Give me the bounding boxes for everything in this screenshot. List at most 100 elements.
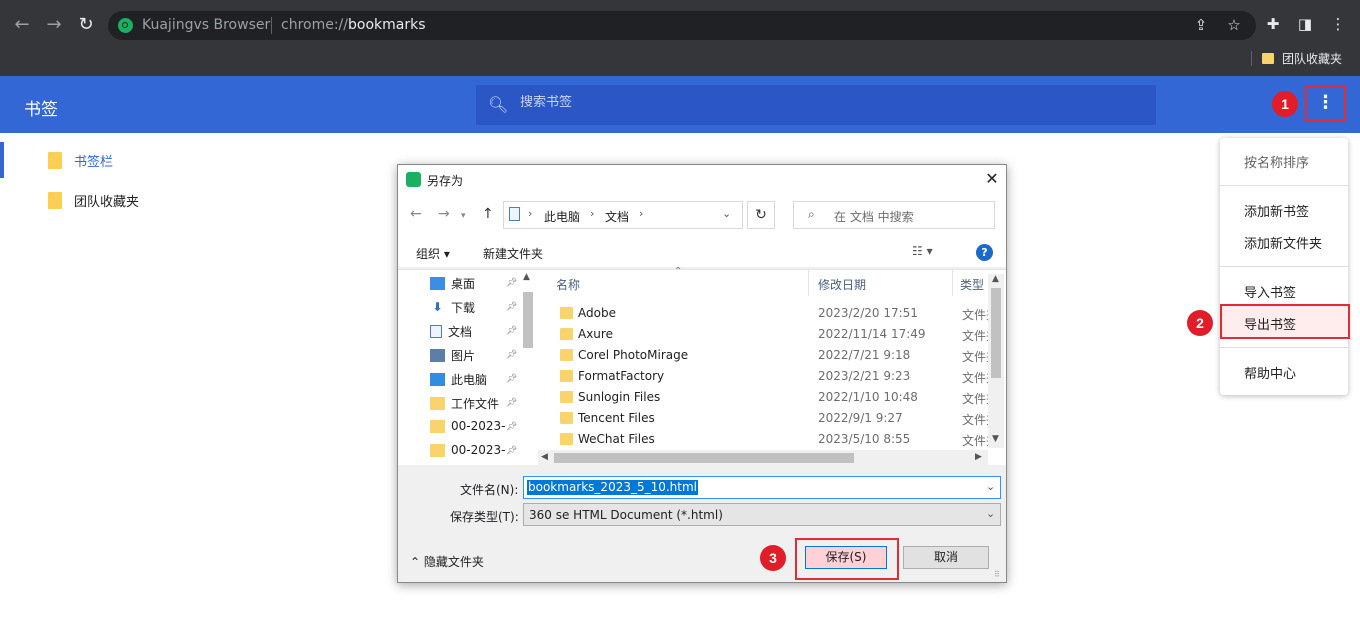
forward-icon[interactable]: → <box>438 206 450 222</box>
sidebar-item-label: 书签栏 <box>74 155 114 170</box>
back-icon[interactable]: ← <box>10 13 34 37</box>
nav-scrollbar[interactable]: ▲ <box>521 272 533 464</box>
filetype-select[interactable]: 360 se HTML Document (*.html) ⌄ <box>523 503 1001 526</box>
path-segment[interactable]: 文档 <box>605 208 629 225</box>
app-icon <box>406 172 421 187</box>
nav-item-desktop[interactable]: 桌面 <box>430 275 475 292</box>
sidebar-item-bookmark-bar[interactable]: 书签栏 <box>48 151 113 170</box>
pin-icon: 📌︎ <box>506 302 518 312</box>
chevron-up-icon: ⌃ <box>410 555 421 569</box>
help-icon[interactable]: ? <box>976 244 993 261</box>
back-icon[interactable]: ← <box>410 206 422 222</box>
view-options-icon[interactable]: ☷ ▾ <box>912 244 933 258</box>
new-folder-button[interactable]: 新建文件夹 <box>483 245 543 262</box>
scroll-thumb[interactable] <box>554 453 854 463</box>
menu-item-import[interactable]: 导入书签 <box>1244 282 1296 301</box>
table-row[interactable]: Corel PhotoMirage2022/7/21 9:18文件夹 <box>538 345 988 366</box>
chevron-right-icon: › <box>590 207 595 220</box>
site-name: Kuajingvs Browser <box>142 17 271 33</box>
nav-item-this-pc[interactable]: 此电脑 <box>430 371 487 388</box>
pin-icon: 📌︎ <box>506 374 518 384</box>
table-row[interactable]: FormatFactory2023/2/21 9:23文件夹 <box>538 366 988 387</box>
menu-item-add-folder[interactable]: 添加新文件夹 <box>1244 233 1322 252</box>
folder-icon <box>560 370 573 382</box>
sort-up-icon: ⌃ <box>674 266 683 277</box>
share-icon[interactable]: ⇪ <box>1190 14 1212 36</box>
nav-item-documents[interactable]: 文档 <box>430 323 472 340</box>
path-bar[interactable]: › 此电脑 › 文档 › ⌄ <box>503 201 743 229</box>
refresh-button[interactable]: ↻ <box>747 201 775 229</box>
column-type[interactable]: 类型 <box>960 276 984 293</box>
divider <box>1220 347 1348 348</box>
more-menu-button[interactable]: ⋮ <box>1305 86 1346 122</box>
folder-icon <box>560 328 573 340</box>
browser-menu-icon[interactable]: ⋮ <box>1327 13 1349 35</box>
extensions-icon[interactable]: ✚ <box>1262 13 1284 35</box>
column-name[interactable]: 名称 <box>556 276 580 293</box>
folder-search[interactable]: ⌕ 在 文档 中搜索 <box>793 201 995 229</box>
pin-icon: 📌︎ <box>506 422 518 432</box>
scroll-left-icon[interactable]: ◀ <box>541 452 548 462</box>
reload-icon[interactable]: ↻ <box>74 13 98 37</box>
scroll-thumb[interactable] <box>523 292 533 348</box>
table-row[interactable]: Sunlogin Files2022/1/10 10:48文件夹 <box>538 387 988 408</box>
cancel-button[interactable]: 取消 <box>903 546 989 569</box>
star-icon[interactable]: ☆ <box>1223 14 1245 36</box>
chevron-down-icon[interactable]: ⌄ <box>722 207 731 220</box>
save-button[interactable]: 保存(S) <box>805 546 887 569</box>
column-divider <box>808 270 809 296</box>
bookmark-bar-folder[interactable]: 团队收藏夹 <box>1262 50 1342 67</box>
menu-item-add-bookmark[interactable]: 添加新书签 <box>1244 201 1309 220</box>
bookmark-search[interactable]: 🔍︎ <box>476 85 1156 125</box>
folder-icon <box>1262 53 1274 64</box>
horizontal-scrollbar[interactable]: ◀ ▶ <box>538 450 988 466</box>
step-badge-3: 3 <box>760 545 786 571</box>
table-row[interactable]: Axure2022/11/14 17:49文件夹 <box>538 324 988 345</box>
bookmark-bar-folder-label: 团队收藏夹 <box>1282 52 1343 66</box>
scroll-up-icon[interactable]: ▲ <box>523 272 530 282</box>
sidebar-item-team-folder[interactable]: 团队收藏夹 <box>48 191 139 210</box>
bookmarks-header: 书签 🔍︎ ⋮ <box>0 76 1360 133</box>
scroll-right-icon[interactable]: ▶ <box>975 452 982 462</box>
nav-item-work-files[interactable]: 工作文件 <box>430 395 499 412</box>
table-row[interactable]: Tencent Files2022/9/1 9:27文件夹 <box>538 408 988 429</box>
scroll-up-icon[interactable]: ▲ <box>992 274 999 284</box>
forward-icon[interactable]: → <box>42 13 66 37</box>
vertical-scrollbar[interactable]: ▲ ▼ <box>988 274 1004 448</box>
page-title: 书签 <box>24 100 58 120</box>
divider <box>271 17 272 34</box>
scroll-down-icon[interactable]: ▼ <box>992 434 999 444</box>
search-icon: 🔍︎ <box>488 95 509 114</box>
close-icon[interactable]: ✕ <box>980 167 1004 191</box>
menu-item-export[interactable]: 导出书签 <box>1244 314 1296 333</box>
document-icon <box>509 207 520 221</box>
hide-folders-toggle[interactable]: ⌃ 隐藏文件夹 <box>410 553 484 570</box>
column-date[interactable]: 修改日期 <box>818 276 866 293</box>
search-input[interactable] <box>520 95 1120 110</box>
search-placeholder: 在 文档 中搜索 <box>834 210 914 224</box>
nav-item-pictures[interactable]: 图片 <box>430 347 475 364</box>
path-segment[interactable]: 此电脑 <box>544 208 580 225</box>
nav-item-folder[interactable]: 00-2023- <box>430 419 505 433</box>
chevron-down-icon[interactable]: ⌄ <box>986 507 995 520</box>
menu-item-sort[interactable]: 按名称排序 <box>1244 152 1309 171</box>
folder-icon <box>560 307 573 319</box>
search-icon: ⌕ <box>808 207 815 221</box>
address-bar[interactable]: Kuajingvs Browser chrome://bookmarks ⇪ ☆ <box>108 11 1256 40</box>
chevron-down-icon[interactable]: ⌄ <box>986 480 995 493</box>
sidepanel-icon[interactable]: ◨ <box>1294 13 1316 35</box>
filename-field[interactable]: bookmarks_2023_5_10.html ⌄ <box>523 476 1001 499</box>
organize-button[interactable]: 组织 ▾ <box>416 245 450 262</box>
table-row[interactable]: Adobe2023/2/20 17:51文件夹 <box>538 303 988 324</box>
folder-icon <box>430 397 445 410</box>
up-icon[interactable]: ↑ <box>482 206 494 222</box>
nav-item-downloads[interactable]: ⬇ 下载 <box>430 299 475 316</box>
nav-item-folder[interactable]: 00-2023- <box>430 443 505 457</box>
resize-grip-icon[interactable]: ⠿ <box>994 570 1000 579</box>
table-row[interactable]: WeChat Files2023/5/10 8:55文件夹 <box>538 429 988 450</box>
desktop-icon <box>430 277 445 290</box>
scroll-thumb[interactable] <box>991 288 1001 378</box>
folder-icon <box>560 391 573 403</box>
recent-dropdown-icon[interactable]: ▾ <box>461 211 466 221</box>
menu-item-help[interactable]: 帮助中心 <box>1244 363 1296 382</box>
